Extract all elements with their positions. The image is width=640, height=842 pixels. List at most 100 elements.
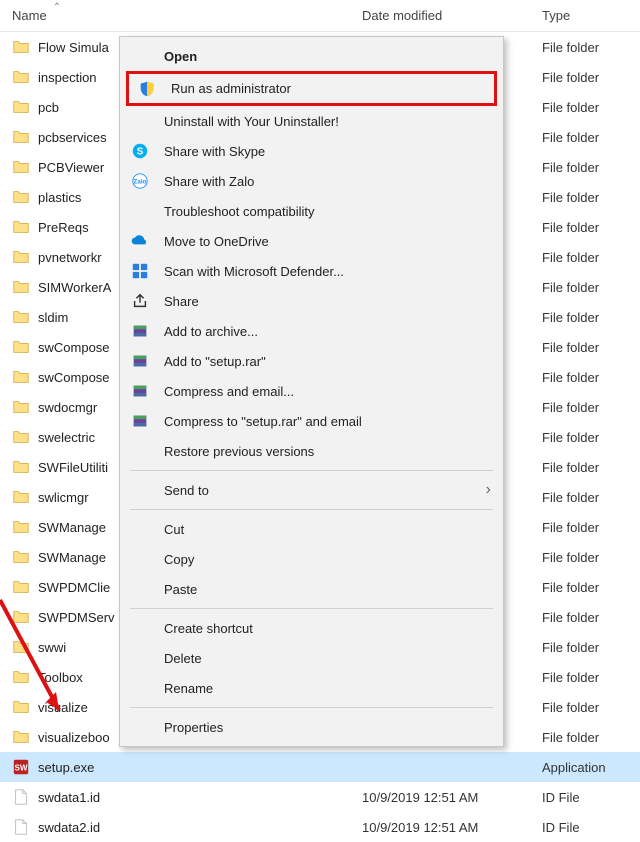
blank-icon xyxy=(128,480,152,500)
menu-item[interactable]: Move to OneDrive xyxy=(122,226,501,256)
file-type: File folder xyxy=(542,460,640,475)
folder-icon xyxy=(12,368,30,386)
winrar-icon xyxy=(128,321,152,341)
menu-item-label: Move to OneDrive xyxy=(164,234,491,249)
file-type: Application xyxy=(542,760,640,775)
menu-separator xyxy=(130,608,493,609)
svg-text:Zalo: Zalo xyxy=(134,179,147,186)
file-row[interactable]: SWsetup.exeApplication xyxy=(0,752,640,782)
file-type: File folder xyxy=(542,370,640,385)
menu-separator xyxy=(130,470,493,471)
menu-item[interactable]: S Share with Skype xyxy=(122,136,501,166)
folder-icon xyxy=(12,248,30,266)
file-type: File folder xyxy=(542,40,640,55)
file-type: File folder xyxy=(542,490,640,505)
file-name: visualizeboo xyxy=(38,730,110,745)
menu-item[interactable]: Zalo Share with Zalo xyxy=(122,166,501,196)
menu-item-label: Compress to "setup.rar" and email xyxy=(164,414,491,429)
blank-icon xyxy=(128,618,152,638)
blank-icon xyxy=(128,201,152,221)
menu-item-label: Share with Skype xyxy=(164,144,491,159)
menu-item[interactable]: Send to› xyxy=(122,475,501,505)
menu-item[interactable]: Run as administrator xyxy=(129,74,494,103)
folder-icon xyxy=(12,548,30,566)
file-icon xyxy=(12,818,30,836)
column-date[interactable]: Date modified xyxy=(362,8,542,23)
menu-item[interactable]: Compress to "setup.rar" and email xyxy=(122,406,501,436)
file-name: SWFileUtiliti xyxy=(38,460,108,475)
file-type: File folder xyxy=(542,550,640,565)
column-name[interactable]: Name ⌃ xyxy=(12,8,362,23)
folder-icon xyxy=(12,488,30,506)
menu-item[interactable]: Rename xyxy=(122,673,501,703)
file-type: File folder xyxy=(542,430,640,445)
blank-icon xyxy=(128,717,152,737)
menu-item-label: Compress and email... xyxy=(164,384,491,399)
menu-item-label: Share with Zalo xyxy=(164,174,491,189)
menu-item[interactable]: Troubleshoot compatibility xyxy=(122,196,501,226)
folder-icon xyxy=(12,158,30,176)
file-type: File folder xyxy=(542,160,640,175)
file-name: PCBViewer xyxy=(38,160,104,175)
annotation-highlight: Run as administrator xyxy=(126,71,497,106)
menu-item[interactable]: Scan with Microsoft Defender... xyxy=(122,256,501,286)
file-name: sldim xyxy=(38,310,68,325)
folder-icon xyxy=(12,638,30,656)
menu-item[interactable]: Add to archive... xyxy=(122,316,501,346)
file-name: SIMWorkerA xyxy=(38,280,111,295)
menu-item-label: Troubleshoot compatibility xyxy=(164,204,491,219)
file-type: File folder xyxy=(542,310,640,325)
file-type: File folder xyxy=(542,340,640,355)
file-name: SWManage xyxy=(38,520,106,535)
winrar-icon xyxy=(128,381,152,401)
menu-item-label: Add to archive... xyxy=(164,324,491,339)
menu-item[interactable]: Share xyxy=(122,286,501,316)
menu-item[interactable]: Delete xyxy=(122,643,501,673)
exe-icon: SW xyxy=(12,758,30,776)
onedrive-icon xyxy=(128,231,152,251)
menu-item[interactable]: Properties xyxy=(122,712,501,742)
menu-item-label: Share xyxy=(164,294,491,309)
file-row[interactable]: swdata2.id10/9/2019 12:51 AMID File xyxy=(0,812,640,842)
menu-item[interactable]: Cut xyxy=(122,514,501,544)
menu-item[interactable]: Create shortcut xyxy=(122,613,501,643)
column-type[interactable]: Type xyxy=(542,8,640,23)
menu-item[interactable]: Add to "setup.rar" xyxy=(122,346,501,376)
menu-separator xyxy=(130,707,493,708)
menu-item-label: Cut xyxy=(164,522,491,537)
folder-icon xyxy=(12,68,30,86)
menu-item-label: Create shortcut xyxy=(164,621,491,636)
shield-icon xyxy=(135,79,159,99)
folder-icon xyxy=(12,728,30,746)
file-type: File folder xyxy=(542,70,640,85)
file-type: File folder xyxy=(542,250,640,265)
svg-text:SW: SW xyxy=(14,764,27,773)
menu-item[interactable]: Restore previous versions xyxy=(122,436,501,466)
menu-item-label: Open xyxy=(164,49,491,64)
winrar-icon xyxy=(128,411,152,431)
skype-icon: S xyxy=(128,141,152,161)
file-date: 10/9/2019 12:51 AM xyxy=(362,790,542,805)
menu-item[interactable]: Compress and email... xyxy=(122,376,501,406)
blank-icon xyxy=(128,111,152,131)
menu-item[interactable]: Uninstall with Your Uninstaller! xyxy=(122,106,501,136)
file-type: File folder xyxy=(542,610,640,625)
menu-item[interactable]: Open xyxy=(122,41,501,71)
file-name: swCompose xyxy=(38,340,110,355)
file-name: swCompose xyxy=(38,370,110,385)
menu-item[interactable]: Copy xyxy=(122,544,501,574)
file-name: inspection xyxy=(38,70,97,85)
blank-icon xyxy=(128,441,152,461)
file-type: File folder xyxy=(542,730,640,745)
folder-icon xyxy=(12,188,30,206)
menu-item[interactable]: Paste xyxy=(122,574,501,604)
folder-icon xyxy=(12,338,30,356)
folder-icon xyxy=(12,128,30,146)
column-name-label: Name xyxy=(12,8,47,23)
file-name: swwi xyxy=(38,640,66,655)
file-name: swdocmgr xyxy=(38,400,97,415)
menu-item-label: Uninstall with Your Uninstaller! xyxy=(164,114,491,129)
file-type: File folder xyxy=(542,520,640,535)
blank-icon xyxy=(128,46,152,66)
file-row[interactable]: swdata1.id10/9/2019 12:51 AMID File xyxy=(0,782,640,812)
